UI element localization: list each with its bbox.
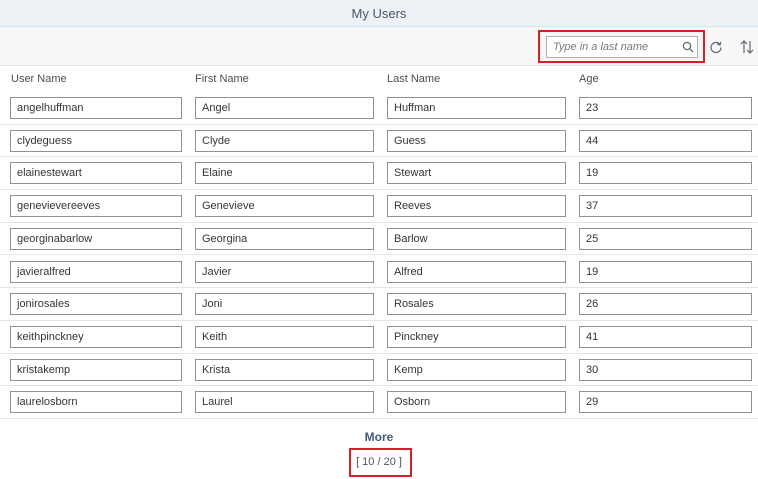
- user-name-field[interactable]: clydeguess: [10, 129, 182, 152]
- first-name-field[interactable]: Elaine: [195, 162, 374, 185]
- column-header-age[interactable]: Age: [579, 73, 599, 85]
- table-row: keithpinckney Keith Pinckney 41: [0, 320, 758, 354]
- age-field[interactable]: 26: [579, 293, 752, 316]
- age-field[interactable]: 19: [579, 162, 752, 185]
- last-name-field[interactable]: Rosales: [387, 293, 566, 316]
- column-header-first-name[interactable]: First Name: [195, 73, 249, 85]
- last-name-field[interactable]: Stewart: [387, 162, 566, 185]
- user-name-field[interactable]: kristakemp: [10, 358, 182, 381]
- age-field[interactable]: 29: [579, 391, 752, 414]
- page-title: My Users: [351, 5, 407, 21]
- age-field[interactable]: 19: [579, 260, 752, 283]
- table-row: elainestewart Elaine Stewart 19: [0, 157, 758, 191]
- last-name-field[interactable]: Guess: [387, 129, 566, 152]
- last-name-field[interactable]: Kemp: [387, 358, 566, 381]
- first-name-field[interactable]: Joni: [195, 293, 374, 316]
- age-field[interactable]: 44: [579, 129, 752, 152]
- user-name-field[interactable]: elainestewart: [10, 162, 182, 185]
- last-name-field[interactable]: Huffman: [387, 97, 566, 119]
- user-name-field[interactable]: angelhuffman: [10, 97, 182, 119]
- age-field[interactable]: 30: [579, 358, 752, 381]
- first-name-field[interactable]: Keith: [195, 325, 374, 348]
- age-field[interactable]: 23: [579, 97, 752, 119]
- count-highlight-box: [349, 448, 412, 477]
- first-name-field[interactable]: Javier: [195, 260, 374, 283]
- title-bar: My Users: [0, 0, 758, 27]
- last-name-field[interactable]: Barlow: [387, 227, 566, 250]
- search-icon[interactable]: [679, 37, 697, 57]
- refresh-icon[interactable]: [705, 36, 727, 58]
- user-name-field[interactable]: keithpinckney: [10, 325, 182, 348]
- table-row: georginabarlow Georgina Barlow 25: [0, 222, 758, 256]
- first-name-field[interactable]: Angel: [195, 97, 374, 119]
- search-input[interactable]: [547, 38, 679, 56]
- user-name-field[interactable]: javieralfred: [10, 260, 182, 283]
- first-name-field[interactable]: Laurel: [195, 391, 374, 414]
- column-header-user-name[interactable]: User Name: [11, 73, 67, 85]
- user-name-field[interactable]: laurelosborn: [10, 391, 182, 414]
- age-field[interactable]: 37: [579, 195, 752, 218]
- search-field[interactable]: [546, 36, 698, 58]
- table-row: kristakemp Krista Kemp 30: [0, 353, 758, 387]
- more-button[interactable]: More: [0, 430, 758, 444]
- age-field[interactable]: 25: [579, 227, 752, 250]
- table-row: laurelosborn Laurel Osborn 29: [0, 386, 758, 419]
- table-row: angelhuffman Angel Huffman 23: [0, 92, 758, 125]
- user-name-field[interactable]: georginabarlow: [10, 227, 182, 250]
- first-name-field[interactable]: Georgina: [195, 227, 374, 250]
- table-row: jonirosales Joni Rosales 26: [0, 288, 758, 321]
- last-name-field[interactable]: Alfred: [387, 260, 566, 283]
- user-name-field[interactable]: jonirosales: [10, 293, 182, 316]
- table-header: User Name First Name Last Name Age: [0, 66, 758, 93]
- age-field[interactable]: 41: [579, 325, 752, 348]
- last-name-field[interactable]: Osborn: [387, 391, 566, 414]
- first-name-field[interactable]: Clyde: [195, 129, 374, 152]
- last-name-field[interactable]: Reeves: [387, 195, 566, 218]
- user-name-field[interactable]: genevievereeves: [10, 195, 182, 218]
- last-name-field[interactable]: Pinckney: [387, 325, 566, 348]
- table-row: clydeguess Clyde Guess 44: [0, 124, 758, 158]
- column-header-last-name[interactable]: Last Name: [387, 73, 440, 85]
- first-name-field[interactable]: Genevieve: [195, 195, 374, 218]
- first-name-field[interactable]: Krista: [195, 358, 374, 381]
- table-row: genevievereeves Genevieve Reeves 37: [0, 190, 758, 223]
- sort-icon[interactable]: [736, 36, 758, 58]
- table-row: javieralfred Javier Alfred 19: [0, 255, 758, 289]
